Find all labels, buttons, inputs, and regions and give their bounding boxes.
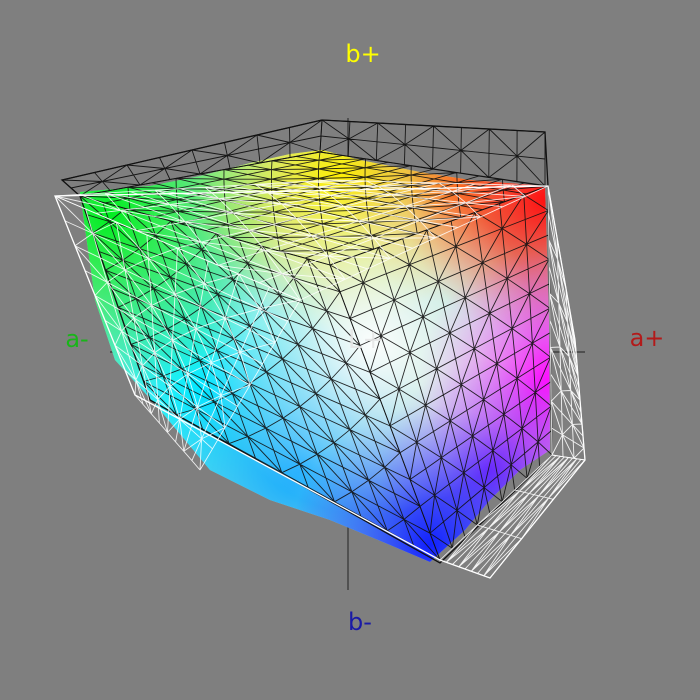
axis-label-a-minus: a- [65, 325, 88, 353]
outer-right-strip-mesh [547, 185, 586, 461]
axis-label-b-plus: b+ [345, 40, 380, 68]
gamut-visualization: b+ b- a- a+ L+ [0, 0, 700, 700]
axis-label-a-plus: a+ [630, 324, 665, 352]
axis-label-b-minus: b- [348, 608, 372, 636]
gamut-diagram-canvas: b+ b- a- a+ L+ [54, 40, 665, 636]
axis-label-l-plus: L+ [348, 325, 384, 355]
